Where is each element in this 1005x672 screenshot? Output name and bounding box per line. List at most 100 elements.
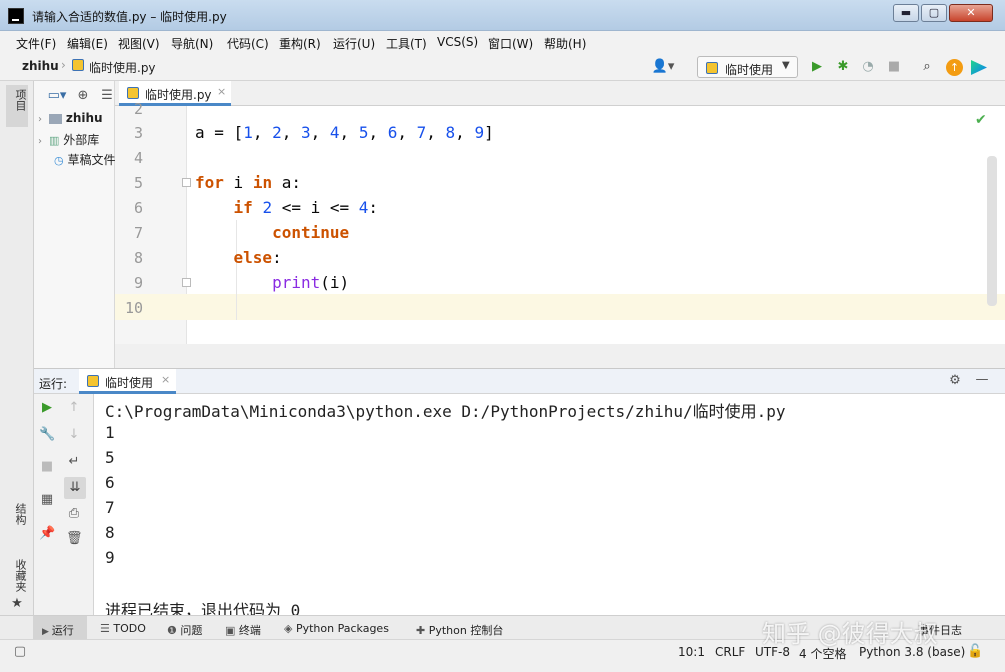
stop-icon[interactable]: ■ [886, 59, 902, 75]
bottom-tab-console[interactable]: ✚ Python 控制台 [416, 622, 503, 638]
number-literal: 4 [358, 198, 369, 217]
user-account-icon[interactable]: 👤▾ [650, 59, 676, 75]
gear-icon[interactable]: ⚙ [947, 373, 963, 389]
run-panel-header: 运行: 临时使用 × ⚙ — [34, 368, 1005, 394]
watermark: 知乎 @彼得大叔 [762, 620, 938, 648]
menu-view[interactable]: 视图(V) [118, 35, 160, 52]
down-arrow-icon[interactable]: ↓ [66, 427, 82, 443]
favorites-tool-tab[interactable]: 收藏夹 [12, 559, 28, 592]
soft-wrap-icon[interactable]: ↵ [66, 454, 82, 470]
close-button[interactable]: ✕ [949, 4, 993, 22]
code-token: i [223, 173, 253, 192]
code-editor[interactable]: 2 3 4 5 6 7 8 9 10 a = [1, 2, 3, 4, 5, 6… [115, 100, 1005, 344]
bottom-tab-label: 终端 [238, 624, 261, 637]
menu-tools[interactable]: 工具(T) [386, 35, 427, 52]
caret-position[interactable]: 10:1 [678, 645, 705, 659]
code-line-5: for i in a: [195, 173, 301, 192]
hide-panel-icon[interactable]: — [974, 372, 990, 388]
tree-item-scratches[interactable]: ◷ 草稿文件 [54, 151, 115, 168]
number-literal: 1 [243, 123, 253, 142]
run-icon[interactable]: ▶ [809, 59, 825, 75]
debug-icon[interactable]: ✱ [835, 59, 851, 75]
menu-file[interactable]: 文件(F) [16, 35, 56, 52]
console-output[interactable]: C:\ProgramData\Miniconda3\python.exe D:/… [94, 394, 1005, 620]
editor-scrollbar[interactable] [987, 156, 997, 306]
close-tab-icon[interactable]: × [161, 373, 170, 386]
number-literal: 6 [387, 123, 398, 142]
pin-icon[interactable]: 📌 [39, 526, 55, 542]
bottom-tab-problems[interactable]: ❶ 问题 [167, 622, 202, 638]
run-tab[interactable]: 临时使用 × [79, 369, 176, 394]
code-line-3: a = [1, 2, 3, 4, 5, 6, 7, 8, 9] [195, 123, 494, 142]
print-icon[interactable]: ⎙ [66, 506, 82, 522]
number-literal: 5 [358, 123, 369, 142]
library-icon: ▥ [49, 134, 60, 147]
scratch-icon: ◷ [54, 154, 64, 167]
console-line: 6 [105, 473, 115, 492]
lock-icon[interactable]: 🔓 [967, 644, 983, 660]
breadcrumb-file[interactable]: 临时使用.py [89, 59, 156, 76]
tree-label: 草稿文件 [67, 153, 116, 167]
crosshair-icon[interactable]: ⊕ [75, 88, 91, 104]
maximize-button[interactable]: ▢ [921, 4, 947, 22]
line-separator[interactable]: CRLF [715, 645, 745, 659]
up-arrow-icon[interactable]: ↑ [66, 400, 82, 416]
line-number: 10 [124, 299, 143, 317]
menu-vcs[interactable]: VCS(S) [437, 35, 478, 49]
fold-marker-icon[interactable] [182, 278, 191, 287]
console-line: 1 [105, 423, 115, 442]
structure-tool-tab[interactable]: 结构 [12, 503, 28, 525]
run-config-select[interactable]: 临时使用 ▼ [697, 56, 798, 78]
layout-toggle-icon[interactable]: ▢ [13, 644, 27, 660]
bottom-tab-terminal[interactable]: ▣ 终端 [225, 622, 261, 638]
keyword: for [195, 173, 224, 192]
menu-edit[interactable]: 编辑(E) [67, 35, 108, 52]
project-tool-tab[interactable]: 项目 [12, 89, 28, 111]
tree-item-external-libs[interactable]: › ▥ 外部库 [38, 131, 99, 148]
bottom-tab-packages[interactable]: ◈ Python Packages [284, 622, 389, 635]
list-icon: ☰ [100, 622, 114, 635]
project-view-icon[interactable]: ▭▾ [44, 88, 70, 104]
bottom-tab-label: TODO [113, 622, 146, 635]
console-line: 8 [105, 523, 115, 542]
menu-help[interactable]: 帮助(H) [544, 35, 586, 52]
minimize-button[interactable]: ▬ [893, 4, 919, 22]
bottom-tab-run[interactable]: ▶ 运行 [42, 622, 74, 638]
keyword: else [233, 248, 273, 267]
wrench-icon[interactable]: 🔧 [39, 427, 55, 443]
breadcrumb-project[interactable]: zhihu [22, 59, 59, 73]
bottom-tab-label: 运行 [51, 624, 74, 637]
stop-icon[interactable]: ■ [39, 459, 55, 475]
layout-icon[interactable]: ▦ [39, 492, 55, 508]
close-tab-icon[interactable]: × [217, 85, 226, 98]
builtin-function: print [272, 273, 321, 292]
toolbox-logo-icon[interactable] [971, 60, 987, 75]
bottom-tab-label: Python Packages [295, 622, 389, 635]
update-icon[interactable]: ↑ [946, 59, 963, 76]
menu-code[interactable]: 代码(C) [227, 35, 269, 52]
menu-window[interactable]: 窗口(W) [488, 35, 533, 52]
coverage-icon[interactable]: ◔ [860, 59, 876, 75]
code-token: : [272, 248, 282, 267]
folder-icon [49, 113, 63, 124]
console-line: 9 [105, 548, 115, 567]
fold-marker-icon[interactable] [182, 178, 191, 187]
keyword: continue [272, 223, 350, 242]
editor-bottom-area [115, 344, 1005, 368]
code-line-7: continue [195, 223, 349, 242]
current-line-highlight [187, 294, 1005, 320]
python-file-icon [87, 375, 99, 387]
collapse-icon[interactable]: ☰ [100, 88, 114, 104]
tree-item-zhihu[interactable]: › zhihu [38, 111, 103, 125]
number-literal: 7 [416, 123, 427, 142]
terminal-icon: ▣ [225, 624, 239, 637]
bottom-tab-todo[interactable]: ☰ TODO [100, 622, 146, 635]
python-console-icon: ✚ [416, 624, 429, 637]
rerun-icon[interactable]: ▶ [39, 400, 55, 416]
menu-refactor[interactable]: 重构(R) [279, 35, 321, 52]
menu-navigate[interactable]: 导航(N) [171, 35, 213, 52]
menu-run[interactable]: 运行(U) [333, 35, 375, 52]
trash-icon[interactable]: 🗑 [66, 531, 83, 547]
search-icon[interactable]: ⌕ [919, 59, 935, 75]
check-icon: ✔ [975, 112, 987, 128]
